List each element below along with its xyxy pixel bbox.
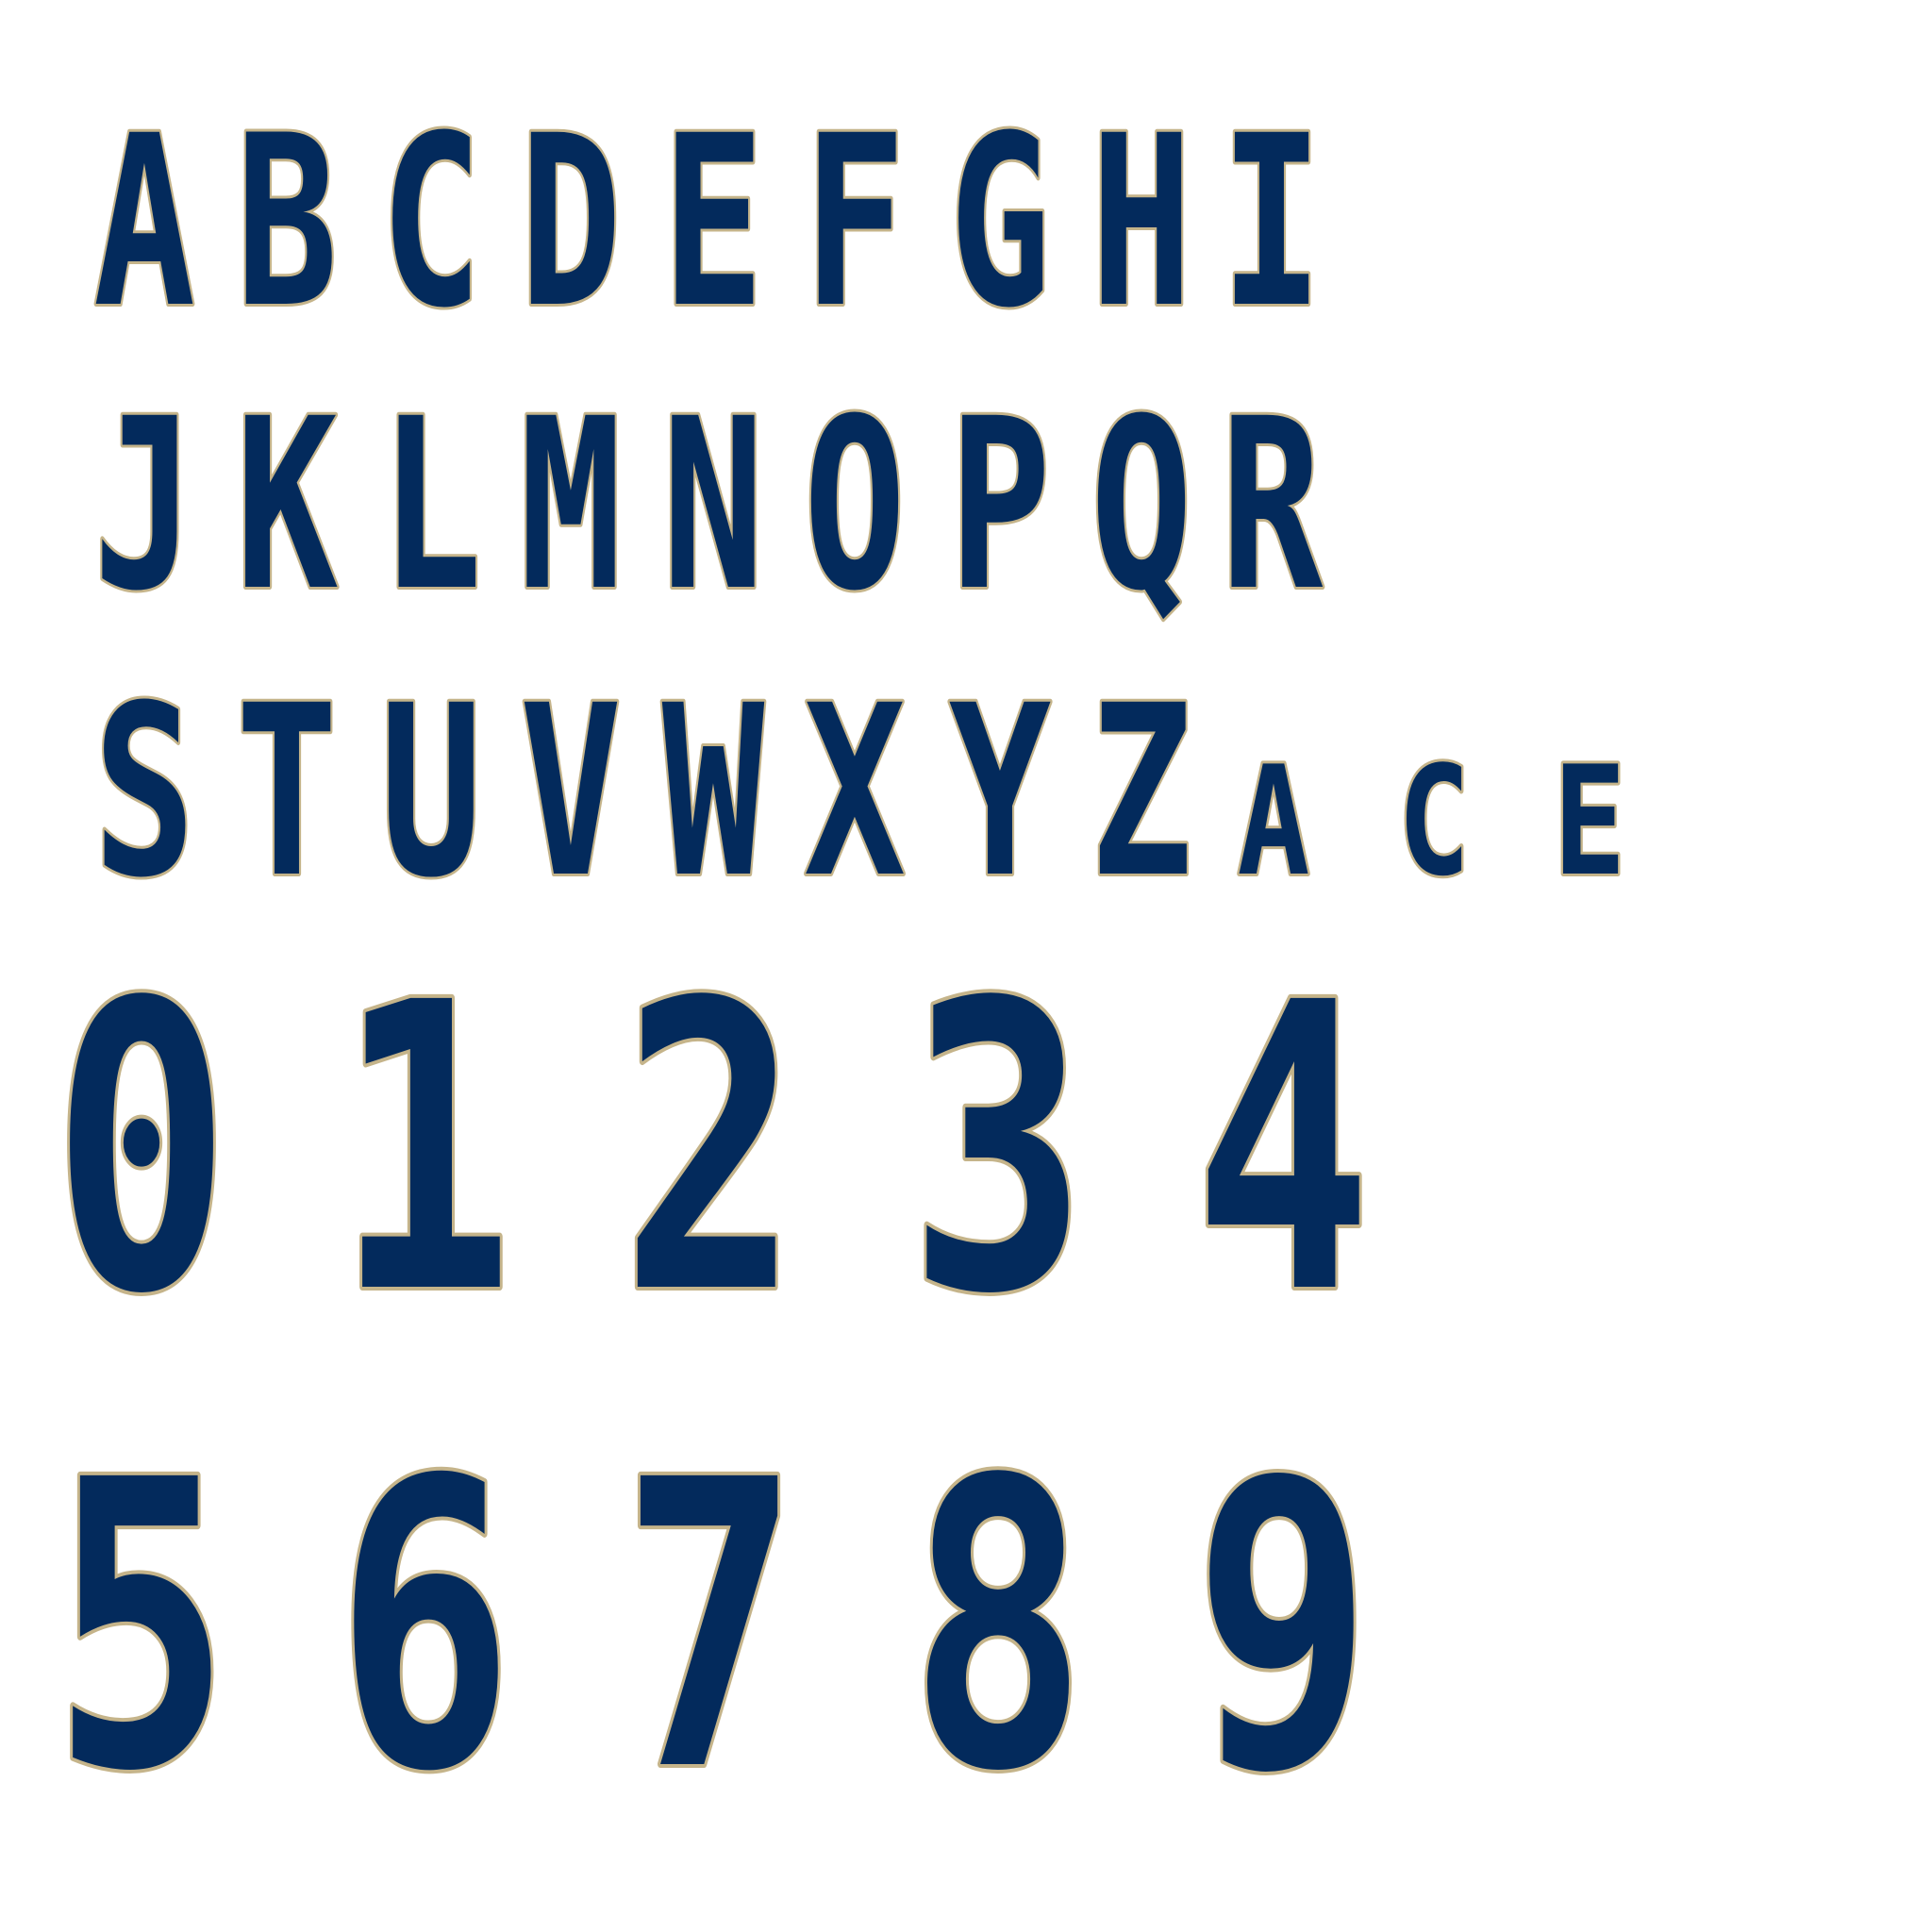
glyph-letters-a-i-g: G — [949, 86, 1051, 359]
glyph-letters-j-r-o: O — [804, 369, 906, 642]
glyph-numerals-0-4-4: 4 — [1193, 919, 1373, 1381]
glyph-letters-j-r-p: P — [949, 369, 1051, 642]
glyph-letters-a-i-b: B — [236, 86, 338, 359]
glyph-small-caps-a: A — [1237, 735, 1309, 910]
row-letters-a-i: ABCDEFGHI — [91, 84, 1324, 362]
row-small-caps: ACE — [1235, 732, 1628, 912]
glyph-letters-j-r-j: J — [93, 369, 195, 642]
glyph-letters-j-r-m: M — [520, 369, 622, 642]
glyph-letters-a-i-i: I — [1221, 86, 1323, 359]
glyph-numerals-5-9-8: 8 — [908, 1396, 1088, 1858]
glyph-numerals-5-9-9: 9 — [1193, 1396, 1373, 1858]
glyph-numerals-5-9-7: 7 — [621, 1396, 800, 1858]
glyph-small-caps-c: C — [1397, 735, 1470, 910]
glyph-letters-a-i-e: E — [662, 86, 764, 359]
glyph-numerals-0-4-3: 3 — [908, 919, 1088, 1381]
glyph-numerals-0-4-1: 1 — [335, 919, 514, 1381]
glyph-letters-j-r-k: K — [236, 369, 338, 642]
font-specimen-sheet: A B C D E F G H IJ K L M N O P Q RS T U V W X Y Z A C E0 1 2 3 45 6 7 8 9 — [0, 0, 1932, 1932]
glyph-letters-s-z-y: Y — [949, 656, 1051, 929]
glyph-numerals-0-4-0: 0 — [52, 919, 231, 1381]
glyph-letters-s-z-u: U — [380, 656, 482, 929]
row-letters-j-r: JKLMNOPQR — [91, 367, 1325, 645]
glyph-numerals-5-9-6: 6 — [335, 1396, 514, 1858]
glyph-letters-s-z-t: T — [236, 656, 338, 929]
glyph-small-caps-e: E — [1553, 735, 1625, 910]
glyph-numerals-5-9-5: 5 — [52, 1396, 231, 1858]
glyph-numerals-0-4-2: 2 — [621, 919, 800, 1381]
glyph-letters-a-i-a: A — [93, 86, 195, 359]
glyph-letters-j-r-q: Q — [1091, 369, 1192, 642]
glyph-letters-a-i-c: C — [380, 86, 482, 359]
glyph-letters-j-r-n: N — [662, 369, 764, 642]
glyph-letters-s-z-w: W — [662, 656, 765, 929]
glyph-letters-s-z-z: Z — [1091, 656, 1192, 929]
glyph-letters-j-r-l: L — [380, 369, 482, 642]
glyph-letters-s-z-v: V — [520, 656, 622, 929]
glyph-letters-j-r-r: R — [1221, 369, 1324, 642]
glyph-letters-a-i-d: D — [520, 86, 622, 359]
glyph-letters-s-z-x: X — [804, 656, 906, 929]
glyph-letters-a-i-f: F — [804, 86, 906, 359]
glyph-letters-a-i-h: H — [1091, 86, 1192, 359]
glyph-letters-s-z-s: S — [93, 656, 195, 929]
